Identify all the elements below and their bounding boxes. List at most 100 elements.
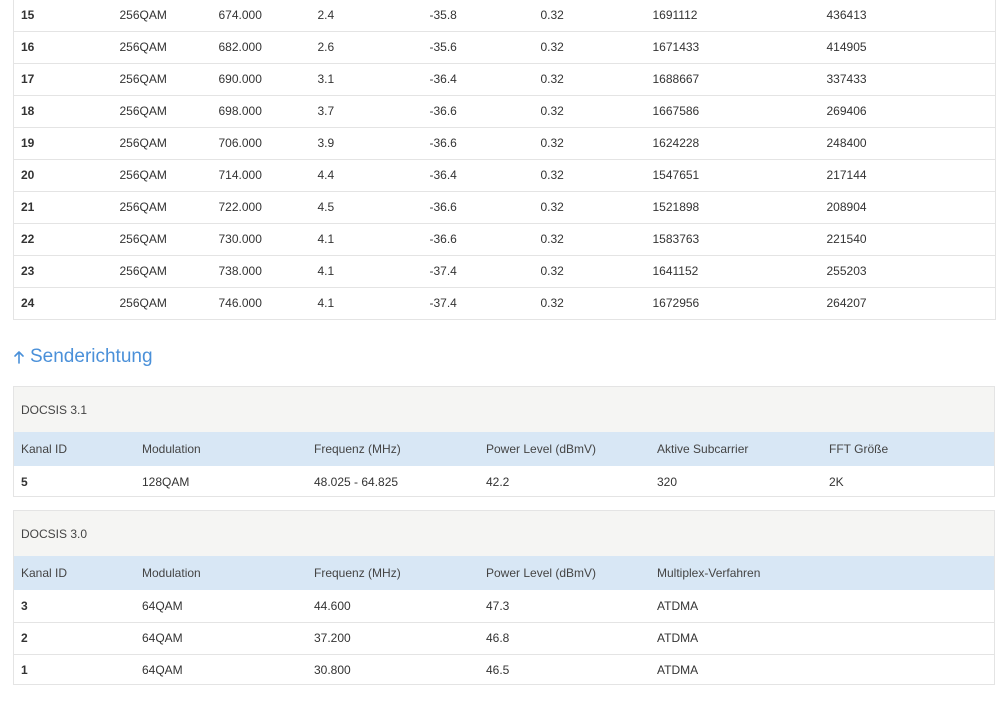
channel-id-cell: 21 — [13, 190, 113, 223]
column-header: Frequenz (MHz) — [314, 442, 401, 456]
column-header: Power Level (dBmV) — [486, 442, 597, 456]
table-row: 3 64QAM 44.600 47.3 ATDMA — [14, 590, 994, 622]
table-cell: -37.4 — [422, 254, 534, 287]
table-header-row: Kanal ID Modulation Frequenz (MHz) Power Le… — [14, 556, 994, 590]
table-cell: 320 — [657, 475, 678, 489]
table-row: 20 256QAM 714.000 4.4 -36.4 0.32 1547651 217144 — [13, 158, 996, 191]
table-cell: 2.4 — [317, 7, 335, 22]
table-row: 23 256QAM 738.000 4.1 -37.4 0.32 1641152 255203 — [13, 254, 996, 287]
table-cell: 746.000 — [211, 286, 311, 319]
docsis31-caption: DOCSIS 3.1 — [14, 387, 994, 432]
table-cell: 730.000 — [211, 222, 311, 255]
channel-id-cell: 5 — [21, 475, 28, 489]
table-cell: 269406 — [819, 94, 996, 127]
table-cell: 0.32 — [533, 126, 646, 159]
table-cell: -35.6 — [422, 30, 534, 63]
table-cell: 248400 — [819, 126, 996, 159]
table-cell: 47.3 — [486, 598, 510, 613]
table-cell: 1547651 — [645, 158, 820, 191]
channel-id-cell: 1 — [14, 653, 135, 686]
table-cell: 221540 — [819, 222, 996, 255]
column-header: Kanal ID — [21, 566, 68, 580]
table-cell: ATDMA — [650, 653, 994, 686]
table-row: 19 256QAM 706.000 3.9 -36.6 0.32 1624228 248400 — [13, 126, 996, 159]
column-header: FFT Größe — [829, 442, 889, 456]
table-cell: 690.000 — [211, 62, 311, 95]
docsis31-table: Kanal ID Modulation Frequenz (MHz) Power Le… — [14, 432, 994, 498]
table-cell: 44.600 — [314, 598, 351, 613]
table-cell: 1671433 — [645, 30, 820, 63]
channel-id-cell: 22 — [13, 222, 113, 255]
arrow-up-icon — [14, 351, 24, 364]
channel-id-cell: 17 — [13, 62, 113, 95]
table-cell: 256QAM — [112, 30, 212, 63]
table-cell: 722.000 — [211, 190, 311, 223]
column-header: Power Level (dBmV) — [486, 566, 597, 580]
table-cell: -36.4 — [422, 158, 534, 191]
table-cell: 4.1 — [310, 222, 423, 255]
table-cell: 256QAM — [112, 62, 212, 95]
docsis31-panel: DOCSIS 3.1 Kanal ID Modulation Frequenz (M… — [13, 386, 995, 497]
channel-id-cell: 19 — [13, 126, 113, 159]
table-cell: -35.8 — [429, 7, 457, 22]
table-cell: 0.32 — [533, 158, 646, 191]
docsis30-panel: DOCSIS 3.0 Kanal ID Modulation Frequenz (M… — [13, 510, 995, 686]
column-header: Aktive Subcarrier — [657, 442, 749, 456]
table-cell: 1641152 — [645, 254, 820, 287]
channel-id-cell: 16 — [13, 30, 113, 63]
table-cell: 337433 — [819, 62, 996, 95]
table-cell: 48.025 - 64.825 — [314, 475, 399, 489]
table-cell: -36.6 — [422, 222, 534, 255]
table-row: 5 128QAM 48.025 - 64.825 42.2 320 2K — [14, 466, 994, 498]
table-row: 24 256QAM 746.000 4.1 -37.4 0.32 1672956 264207 — [13, 286, 996, 319]
table-cell: 3.1 — [310, 62, 423, 95]
table-row: 18 256QAM 698.000 3.7 -36.6 0.32 1667586 269406 — [13, 94, 996, 127]
table-cell: 4.1 — [310, 254, 423, 287]
table-cell: 0.32 — [533, 62, 646, 95]
table-cell: 0.32 — [533, 222, 646, 255]
channel-id-cell: 18 — [13, 94, 113, 127]
table-cell: 1672956 — [645, 286, 820, 319]
table-cell: 30.800 — [307, 653, 479, 686]
table-cell: 674.000 — [218, 7, 262, 22]
column-header: Modulation — [142, 566, 201, 580]
table-cell: 698.000 — [211, 94, 311, 127]
table-cell: 2K — [829, 475, 844, 489]
channel-id-cell: 23 — [13, 254, 113, 287]
table-row: 21 256QAM 722.000 4.5 -36.6 0.32 1521898 208904 — [13, 190, 996, 223]
channel-id-cell: 20 — [13, 158, 113, 191]
table-row: 17 256QAM 690.000 3.1 -36.4 0.32 1688667 337433 — [13, 62, 996, 95]
channel-id-cell: 15 — [21, 7, 35, 22]
table-cell: 414905 — [819, 30, 996, 63]
table-cell: 46.8 — [479, 621, 650, 654]
docsis30-table: Kanal ID Modulation Frequenz (MHz) Power Le… — [14, 556, 994, 686]
table-cell: 436413 — [826, 7, 867, 22]
table-cell: 3.7 — [310, 94, 423, 127]
upstream-section-toggle[interactable]: Senderichtung — [13, 343, 153, 371]
table-cell: 1624228 — [645, 126, 820, 159]
docsis30-caption: DOCSIS 3.0 — [14, 511, 994, 556]
table-cell: 682.000 — [211, 30, 311, 63]
table-cell: -36.6 — [422, 190, 534, 223]
table-cell: ATDMA — [650, 621, 994, 654]
table-cell: 0.32 — [533, 254, 646, 287]
table-cell: 0.32 — [533, 190, 646, 223]
table-cell: 3.9 — [310, 126, 423, 159]
table-cell: 1521898 — [645, 190, 820, 223]
table-cell: -36.4 — [422, 62, 534, 95]
table-cell: -37.4 — [422, 286, 534, 319]
table-row: 16 256QAM 682.000 2.6 -35.6 0.32 1671433 414905 — [13, 30, 996, 63]
downstream-channel-table: 15 256QAM 674.000 2.4 -35.8 0.32 1691112 436413… — [13, 0, 996, 320]
table-header-row: Kanal ID Modulation Frequenz (MHz) Power Le… — [14, 432, 994, 466]
table-cell: 208904 — [819, 190, 996, 223]
table-cell: 64QAM — [135, 621, 307, 654]
table-cell: 0.32 — [533, 30, 646, 63]
channel-id-cell: 3 — [21, 598, 28, 613]
table-cell: 0.32 — [540, 7, 564, 22]
table-row: 15 256QAM 674.000 2.4 -35.8 0.32 1691112 436413 — [14, 0, 996, 31]
channel-id-cell: 24 — [13, 286, 113, 319]
table-cell: 4.5 — [310, 190, 423, 223]
table-cell: 1583763 — [645, 222, 820, 255]
table-cell: 217144 — [819, 158, 996, 191]
upstream-section-title: Senderichtung — [30, 346, 153, 367]
